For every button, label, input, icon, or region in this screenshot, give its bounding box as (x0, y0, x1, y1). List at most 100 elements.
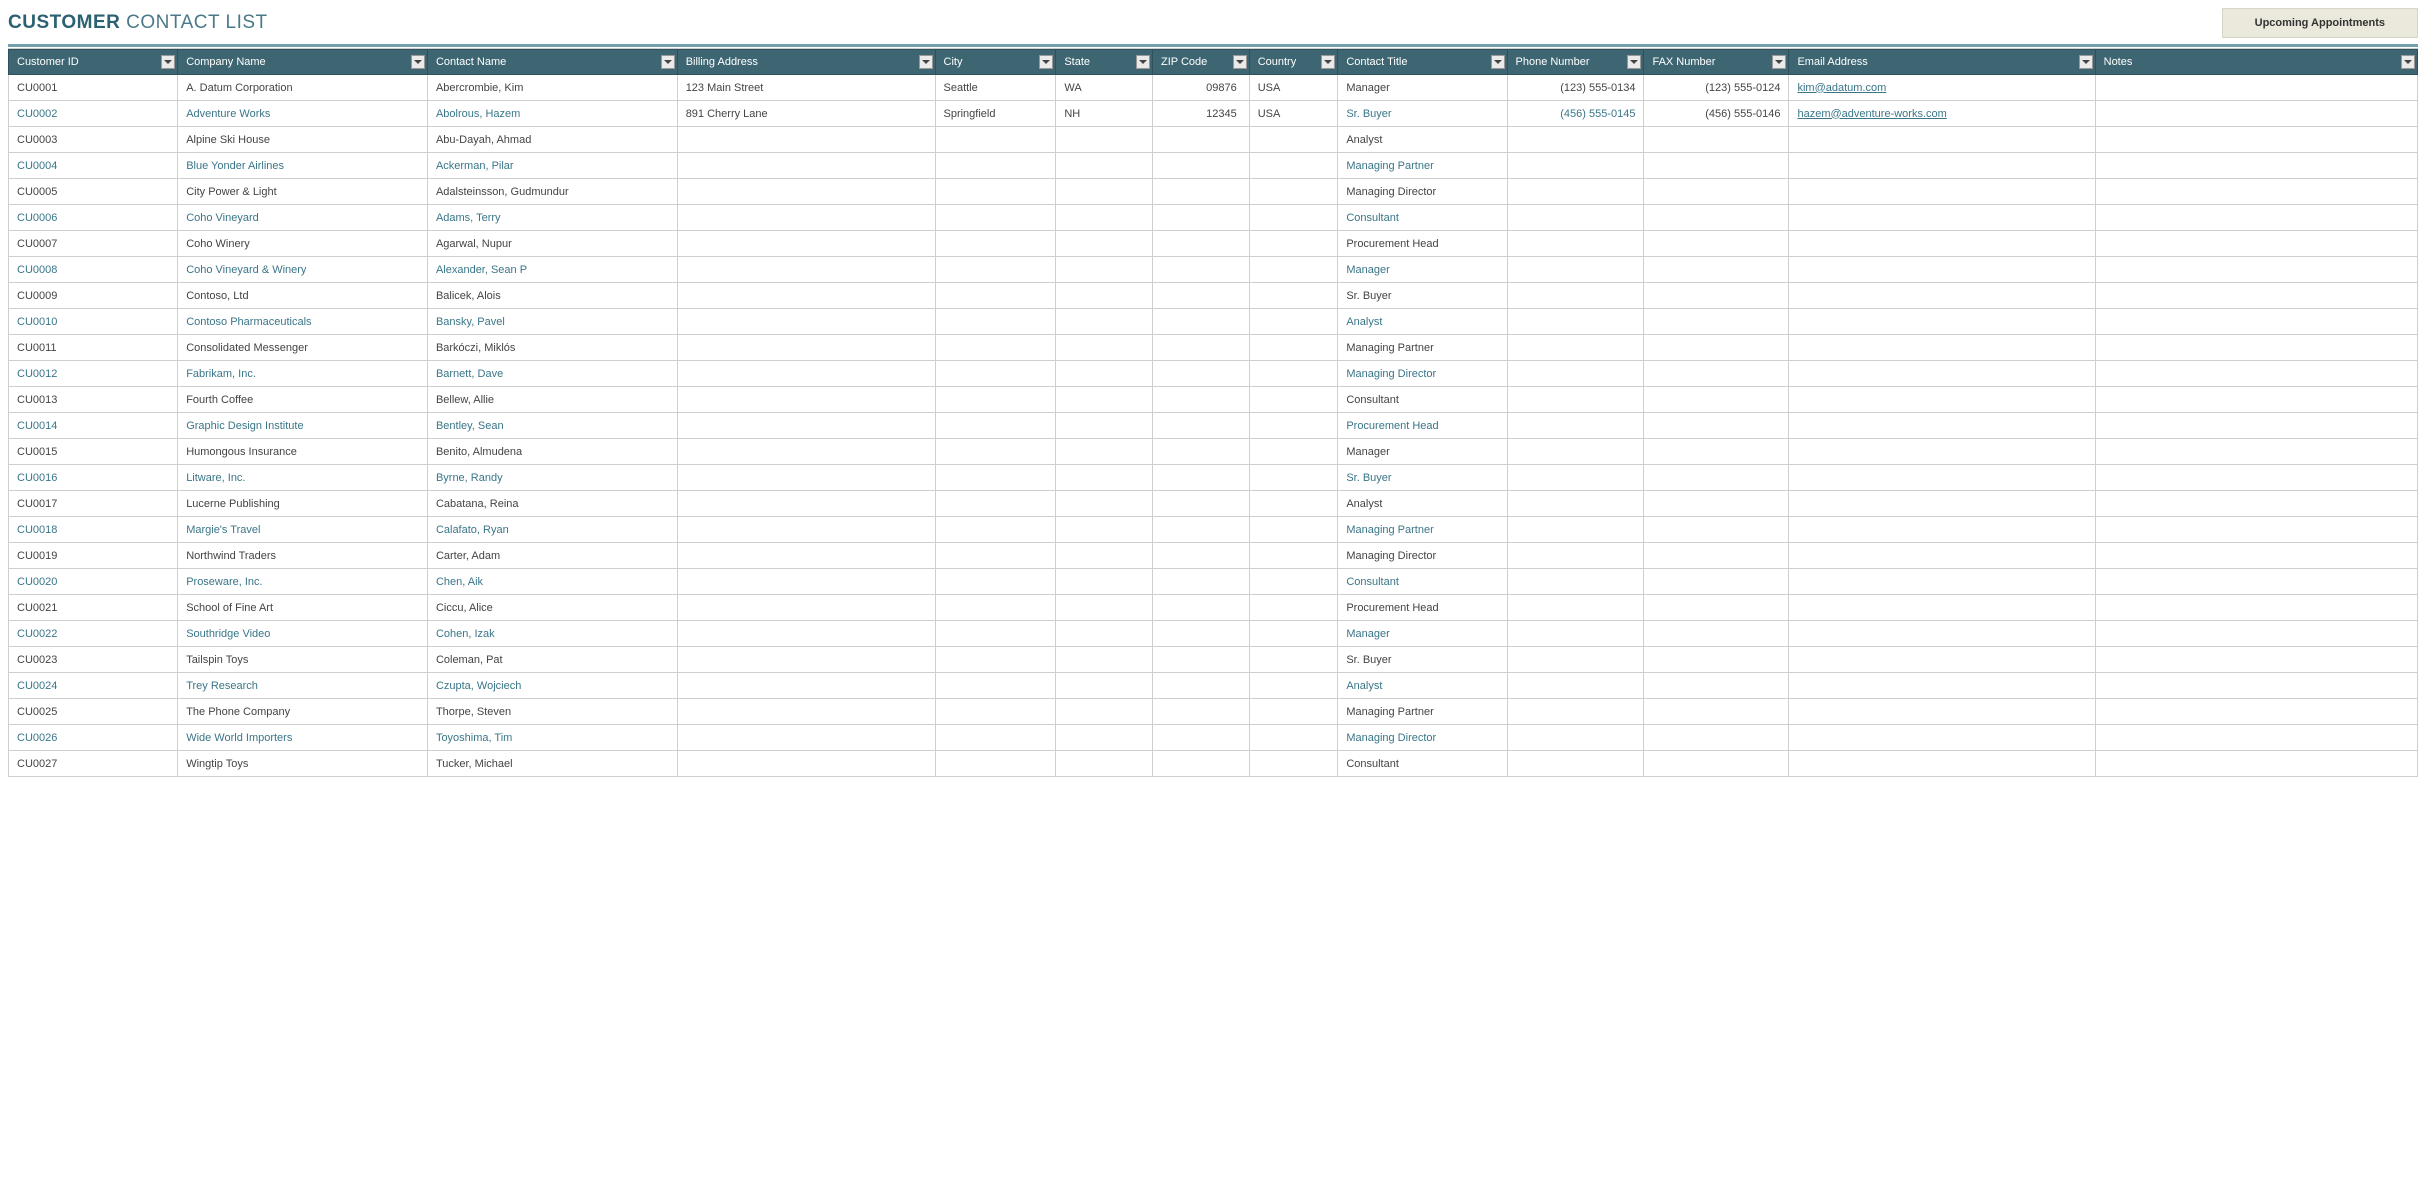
cell-country[interactable] (1249, 361, 1338, 387)
cell-notes[interactable] (2095, 413, 2417, 439)
cell-fax[interactable] (1644, 283, 1789, 309)
cell-state[interactable] (1056, 127, 1153, 153)
cell-city[interactable] (935, 517, 1056, 543)
cell-phone[interactable] (1507, 309, 1644, 335)
cell-state[interactable] (1056, 439, 1153, 465)
cell-billing[interactable]: 123 Main Street (677, 75, 935, 101)
cell-billing[interactable] (677, 153, 935, 179)
cell-zip[interactable] (1153, 725, 1250, 751)
cell-state[interactable] (1056, 257, 1153, 283)
filter-dropdown-icon[interactable] (1321, 55, 1335, 69)
filter-dropdown-icon[interactable] (1772, 55, 1786, 69)
table-row[interactable]: CU0013Fourth CoffeeBellew, AllieConsulta… (9, 387, 2418, 413)
cell-city[interactable] (935, 387, 1056, 413)
cell-id[interactable]: CU0012 (9, 361, 178, 387)
cell-contact[interactable]: Czupta, Wojciech (427, 673, 677, 699)
cell-fax[interactable] (1644, 231, 1789, 257)
cell-contact[interactable]: Bentley, Sean (427, 413, 677, 439)
email-link[interactable]: hazem@adventure-works.com (1797, 108, 1946, 120)
cell-state[interactable] (1056, 543, 1153, 569)
cell-fax[interactable] (1644, 465, 1789, 491)
column-header[interactable]: City (935, 50, 1056, 75)
cell-state[interactable] (1056, 309, 1153, 335)
cell-notes[interactable] (2095, 543, 2417, 569)
cell-company[interactable]: Blue Yonder Airlines (178, 153, 428, 179)
cell-city[interactable] (935, 231, 1056, 257)
cell-email[interactable] (1789, 465, 2095, 491)
cell-title[interactable]: Analyst (1338, 309, 1507, 335)
cell-phone[interactable] (1507, 153, 1644, 179)
cell-contact[interactable]: Cohen, Izak (427, 621, 677, 647)
table-row[interactable]: CU0005City Power & LightAdalsteinsson, G… (9, 179, 2418, 205)
cell-notes[interactable] (2095, 387, 2417, 413)
cell-company[interactable]: Consolidated Messenger (178, 335, 428, 361)
cell-fax[interactable] (1644, 673, 1789, 699)
cell-email[interactable] (1789, 491, 2095, 517)
cell-id[interactable]: CU0016 (9, 465, 178, 491)
cell-contact[interactable]: Chen, Aik (427, 569, 677, 595)
cell-company[interactable]: Graphic Design Institute (178, 413, 428, 439)
cell-company[interactable]: Alpine Ski House (178, 127, 428, 153)
cell-company[interactable]: Proseware, Inc. (178, 569, 428, 595)
cell-fax[interactable] (1644, 699, 1789, 725)
upcoming-appointments-button[interactable]: Upcoming Appointments (2222, 8, 2418, 38)
cell-company[interactable]: Contoso, Ltd (178, 283, 428, 309)
cell-id[interactable]: CU0025 (9, 699, 178, 725)
table-row[interactable]: CU0003Alpine Ski HouseAbu-Dayah, AhmadAn… (9, 127, 2418, 153)
cell-title[interactable]: Consultant (1338, 569, 1507, 595)
cell-billing[interactable] (677, 673, 935, 699)
cell-notes[interactable] (2095, 179, 2417, 205)
cell-zip[interactable] (1153, 413, 1250, 439)
table-row[interactable]: CU0011Consolidated MessengerBarkóczi, Mi… (9, 335, 2418, 361)
cell-city[interactable] (935, 309, 1056, 335)
cell-fax[interactable] (1644, 387, 1789, 413)
cell-company[interactable]: Fabrikam, Inc. (178, 361, 428, 387)
filter-dropdown-icon[interactable] (661, 55, 675, 69)
cell-country[interactable] (1249, 491, 1338, 517)
cell-country[interactable] (1249, 335, 1338, 361)
cell-zip[interactable] (1153, 335, 1250, 361)
cell-notes[interactable] (2095, 283, 2417, 309)
cell-notes[interactable] (2095, 205, 2417, 231)
cell-billing[interactable] (677, 283, 935, 309)
column-header[interactable]: Contact Title (1338, 50, 1507, 75)
table-row[interactable]: CU0006Coho VineyardAdams, TerryConsultan… (9, 205, 2418, 231)
cell-contact[interactable]: Adams, Terry (427, 205, 677, 231)
cell-zip[interactable] (1153, 309, 1250, 335)
cell-phone[interactable] (1507, 179, 1644, 205)
cell-notes[interactable] (2095, 699, 2417, 725)
cell-zip[interactable] (1153, 179, 1250, 205)
cell-id[interactable]: CU0005 (9, 179, 178, 205)
cell-fax[interactable] (1644, 751, 1789, 777)
cell-notes[interactable] (2095, 465, 2417, 491)
cell-city[interactable] (935, 725, 1056, 751)
cell-state[interactable]: NH (1056, 101, 1153, 127)
cell-id[interactable]: CU0014 (9, 413, 178, 439)
cell-zip[interactable] (1153, 517, 1250, 543)
cell-notes[interactable] (2095, 621, 2417, 647)
cell-id[interactable]: CU0003 (9, 127, 178, 153)
cell-company[interactable]: Southridge Video (178, 621, 428, 647)
cell-contact[interactable]: Byrne, Randy (427, 465, 677, 491)
cell-billing[interactable] (677, 595, 935, 621)
table-row[interactable]: CU0027Wingtip ToysTucker, MichaelConsult… (9, 751, 2418, 777)
cell-company[interactable]: Adventure Works (178, 101, 428, 127)
column-header[interactable]: ZIP Code (1153, 50, 1250, 75)
cell-notes[interactable] (2095, 439, 2417, 465)
cell-id[interactable]: CU0004 (9, 153, 178, 179)
cell-city[interactable] (935, 283, 1056, 309)
cell-zip[interactable] (1153, 127, 1250, 153)
cell-state[interactable] (1056, 387, 1153, 413)
cell-state[interactable] (1056, 231, 1153, 257)
cell-state[interactable] (1056, 517, 1153, 543)
cell-title[interactable]: Managing Director (1338, 543, 1507, 569)
cell-zip[interactable] (1153, 699, 1250, 725)
column-header[interactable]: Email Address (1789, 50, 2095, 75)
cell-phone[interactable] (1507, 543, 1644, 569)
cell-id[interactable]: CU0023 (9, 647, 178, 673)
cell-email[interactable] (1789, 595, 2095, 621)
cell-contact[interactable]: Coleman, Pat (427, 647, 677, 673)
cell-email[interactable] (1789, 569, 2095, 595)
cell-fax[interactable] (1644, 439, 1789, 465)
cell-state[interactable] (1056, 413, 1153, 439)
